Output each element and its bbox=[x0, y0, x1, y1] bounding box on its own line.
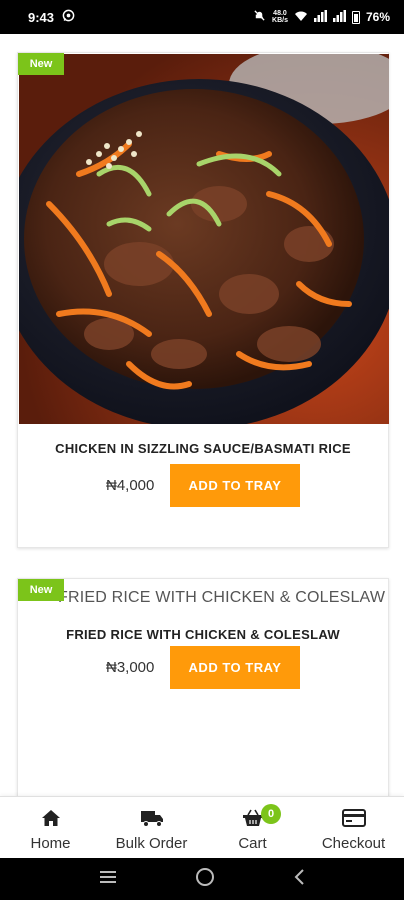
nav-checkout[interactable]: Checkout bbox=[303, 797, 404, 858]
network-speed: 48.0 KB/s bbox=[272, 10, 288, 24]
nav-label: Bulk Order bbox=[115, 835, 188, 852]
product-card[interactable]: New CHICKEN IN SIZZLING SAUCE/BASMATI RI… bbox=[17, 52, 389, 548]
new-badge: New bbox=[18, 579, 64, 601]
product-card[interactable]: FRIED RICE WITH CHICKEN & COLESLAW New F… bbox=[17, 578, 389, 796]
status-time: 9:43 bbox=[28, 9, 55, 25]
nav-label: Checkout bbox=[321, 835, 386, 852]
system-navigation-bar bbox=[0, 858, 404, 900]
nav-bulk-order[interactable]: Bulk Order bbox=[101, 797, 202, 858]
truck-icon bbox=[139, 807, 165, 829]
back-icon[interactable] bbox=[292, 868, 306, 891]
signal-icon bbox=[313, 9, 327, 25]
card-icon bbox=[341, 807, 367, 829]
price-row: ₦4,000 ADD TO TRAY bbox=[18, 464, 388, 507]
product-image-alt-text[interactable]: FRIED RICE WITH CHICKEN & COLESLAW bbox=[58, 589, 385, 607]
mute-icon bbox=[253, 9, 266, 25]
add-to-tray-button[interactable]: ADD TO TRAY bbox=[170, 464, 300, 507]
home-system-icon[interactable] bbox=[195, 867, 215, 892]
product-image[interactable] bbox=[19, 54, 389, 424]
nav-home[interactable]: Home bbox=[0, 797, 101, 858]
whatsapp-icon bbox=[62, 9, 75, 25]
price-row: ₦3,000 ADD TO TRAY bbox=[18, 646, 388, 689]
nav-cart[interactable]: 0 Cart bbox=[202, 797, 303, 858]
home-icon bbox=[38, 807, 64, 829]
product-price: ₦3,000 bbox=[106, 659, 155, 676]
status-bar: 9:43 48.0 KB/s 76% bbox=[0, 0, 404, 34]
bottom-navigation: Home Bulk Order 0 Cart Checkout bbox=[0, 796, 404, 858]
signal-icon-2 bbox=[332, 9, 346, 25]
add-to-tray-button[interactable]: ADD TO TRAY bbox=[170, 646, 300, 689]
nav-label: Cart bbox=[238, 835, 267, 852]
battery-icon bbox=[351, 10, 360, 24]
new-badge: New bbox=[18, 53, 64, 75]
battery-percent: 76% bbox=[365, 10, 390, 24]
product-title[interactable]: FRIED RICE WITH CHICKEN & COLESLAW bbox=[18, 627, 388, 642]
product-price: ₦4,000 bbox=[106, 477, 155, 494]
nav-label: Home bbox=[30, 835, 71, 852]
wifi-icon bbox=[294, 10, 308, 25]
recent-apps-icon[interactable] bbox=[98, 869, 118, 890]
cart-count-badge: 0 bbox=[261, 804, 281, 824]
product-list[interactable]: New CHICKEN IN SIZZLING SAUCE/BASMATI RI… bbox=[0, 34, 404, 796]
product-title[interactable]: CHICKEN IN SIZZLING SAUCE/BASMATI RICE bbox=[18, 441, 388, 456]
